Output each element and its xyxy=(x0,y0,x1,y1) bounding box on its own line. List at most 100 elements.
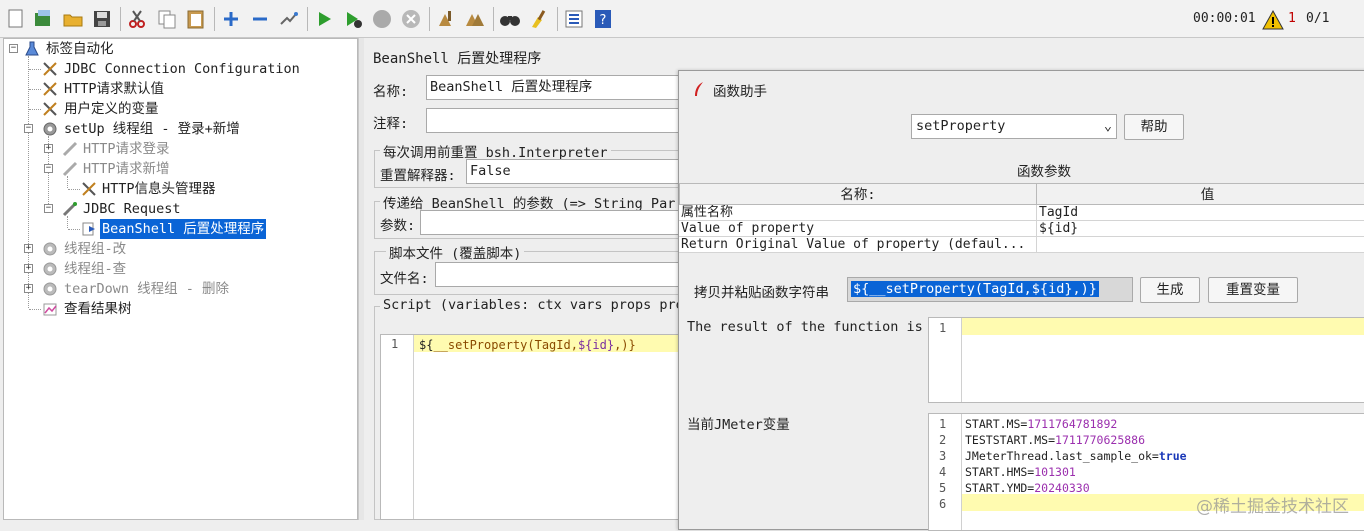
active-threads: 0/1 xyxy=(1306,11,1330,26)
line-number: 3 xyxy=(939,449,947,463)
help-icon[interactable]: ? xyxy=(592,8,614,30)
generate-button[interactable]: 生成 xyxy=(1140,277,1200,303)
script-editor[interactable]: 1 ${__setProperty(TagId,${id},)} xyxy=(380,334,690,520)
thread-group-icon xyxy=(42,281,58,297)
tree-item-label: 用户定义的变量 xyxy=(64,101,159,117)
start-no-pauses-icon[interactable] xyxy=(342,8,364,30)
tree-item-teardown-thread-group[interactable]: + tearDown 线程组 - 删除 xyxy=(4,279,354,299)
thread-group-icon xyxy=(42,261,58,277)
cut-icon[interactable] xyxy=(126,8,148,30)
config-icon xyxy=(81,181,97,197)
warning-count: 1 xyxy=(1288,11,1296,26)
new-file-icon[interactable] xyxy=(5,8,27,30)
config-icon xyxy=(42,101,58,117)
function-select[interactable]: setProperty ⌄ xyxy=(911,114,1117,139)
table-cell-value[interactable]: TagId xyxy=(1037,205,1364,221)
tree-item-jdbc-config[interactable]: JDBC Connection Configuration xyxy=(4,59,354,79)
var-value: 1711764781892 xyxy=(1027,417,1118,431)
reset-interpreter-label: 重置解释器: xyxy=(380,168,456,184)
tree-item-label: JDBC Connection Configuration xyxy=(64,61,300,77)
stop-icon[interactable] xyxy=(371,8,393,30)
reset-group-title: 每次调用前重置 bsh.Interpreter xyxy=(380,141,611,161)
tree-item-thread-group-query[interactable]: + 线程组-查 xyxy=(4,259,354,279)
copy-string-label: 拷贝并粘贴函数字符串 xyxy=(694,285,829,301)
current-line-highlight xyxy=(962,318,1364,335)
paste-icon[interactable] xyxy=(185,8,207,30)
open-folder-icon[interactable] xyxy=(62,8,84,30)
tree-item-http-add[interactable]: − HTTP请求新增 xyxy=(4,159,354,179)
params-field[interactable] xyxy=(420,210,690,235)
tree-item-header-manager[interactable]: HTTP信息头管理器 xyxy=(4,179,354,199)
var-line: JMeterThread.last_sample_ok=true xyxy=(965,449,1187,463)
feather-icon xyxy=(691,81,707,97)
tree-item-beanshell-postprocessor[interactable]: BeanShell 后置处理程序 xyxy=(4,219,354,239)
function-string-field[interactable]: ${__setProperty(TagId,${id},)} xyxy=(847,277,1133,302)
search-binoculars-icon[interactable] xyxy=(499,8,521,30)
column-header-value[interactable]: 值 xyxy=(1036,183,1364,205)
shutdown-icon[interactable] xyxy=(400,8,422,30)
var-value: true xyxy=(1158,449,1187,463)
function-result-area[interactable]: 1 xyxy=(928,317,1364,403)
function-select-value: setProperty xyxy=(916,118,1006,134)
config-icon xyxy=(42,81,58,97)
tree-item-label: 线程组-改 xyxy=(64,241,127,257)
column-header-name[interactable]: 名称: xyxy=(679,183,1037,205)
tree-item-user-variables[interactable]: 用户定义的变量 xyxy=(4,99,354,119)
tree-item-setup-thread-group[interactable]: − setUp 线程组 - 登录+新增 xyxy=(4,119,354,139)
table-cell-value[interactable]: ${id} xyxy=(1037,221,1364,237)
comment-field[interactable] xyxy=(426,108,686,133)
listener-icon xyxy=(42,301,58,317)
reset-interpreter-select[interactable]: False xyxy=(466,159,690,184)
start-icon[interactable] xyxy=(313,8,335,30)
line-number: 1 xyxy=(939,417,947,431)
clear-all-icon[interactable] xyxy=(464,8,486,30)
tree-item-results-tree[interactable]: 查看结果树 xyxy=(4,299,354,319)
file-name-field[interactable] xyxy=(435,262,690,287)
line-number: 5 xyxy=(939,481,947,495)
var-value: 20240330 xyxy=(1034,481,1090,495)
table-cell-value[interactable] xyxy=(1037,237,1364,253)
tree-item-label: HTTP请求登录 xyxy=(83,141,170,157)
var-line: START.YMD=20240330 xyxy=(965,481,1090,495)
copy-icon[interactable] xyxy=(156,8,178,30)
table-cell-name[interactable]: 属性名称 xyxy=(679,205,1037,221)
tree-item-test-plan[interactable]: − 标签自动化 xyxy=(4,39,354,59)
test-plan-icon xyxy=(24,41,40,57)
function-string-value: ${__setProperty(TagId,${id},)} xyxy=(851,281,1099,297)
line-gutter xyxy=(381,335,414,519)
collapse-all-icon[interactable] xyxy=(249,8,271,30)
function-helper-icon[interactable] xyxy=(563,8,585,30)
name-field[interactable]: BeanShell 后置处理程序 xyxy=(426,75,686,100)
toggle-icon[interactable] xyxy=(278,8,300,30)
help-button[interactable]: 帮助 xyxy=(1124,114,1184,140)
warning-icon[interactable] xyxy=(1262,9,1284,31)
test-plan-tree: − 标签自动化 JDBC Connection Configuration HT… xyxy=(3,38,358,520)
tree-item-label: 标签自动化 xyxy=(46,41,114,57)
code-prefix: ${ xyxy=(419,338,434,352)
name-label: 名称: xyxy=(373,84,409,100)
chevron-down-icon: ⌄ xyxy=(1103,118,1112,134)
code-suffix: ,)} xyxy=(614,338,636,352)
postprocessor-icon xyxy=(81,221,97,237)
expand-all-icon[interactable] xyxy=(220,8,242,30)
reset-search-icon[interactable] xyxy=(528,8,550,30)
templates-icon[interactable] xyxy=(32,8,54,30)
var-key: START.HMS= xyxy=(965,465,1035,479)
save-icon[interactable] xyxy=(91,8,113,30)
line-number: 1 xyxy=(391,337,399,351)
tree-item-thread-group-update[interactable]: + 线程组-改 xyxy=(4,239,354,259)
reset-variables-button[interactable]: 重置变量 xyxy=(1208,277,1298,303)
tree-item-label: setUp 线程组 - 登录+新增 xyxy=(64,121,240,137)
tree-item-http-login[interactable]: + HTTP请求登录 xyxy=(4,139,354,159)
file-name-label: 文件名: xyxy=(380,271,429,287)
line-number: 1 xyxy=(939,321,947,335)
tree-item-label: tearDown 线程组 - 删除 xyxy=(64,281,230,297)
thread-group-icon xyxy=(42,121,58,137)
tree-item-http-defaults[interactable]: HTTP请求默认值 xyxy=(4,79,354,99)
table-cell-name[interactable]: Value of property xyxy=(679,221,1037,237)
tree-item-jdbc-request[interactable]: − JDBC Request xyxy=(4,199,354,219)
var-line: START.HMS=101301 xyxy=(965,465,1076,479)
table-cell-name[interactable]: Return Original Value of property (defau… xyxy=(679,237,1037,253)
clear-icon[interactable] xyxy=(435,8,457,30)
var-key: TESTSTART.MS= xyxy=(965,433,1056,447)
